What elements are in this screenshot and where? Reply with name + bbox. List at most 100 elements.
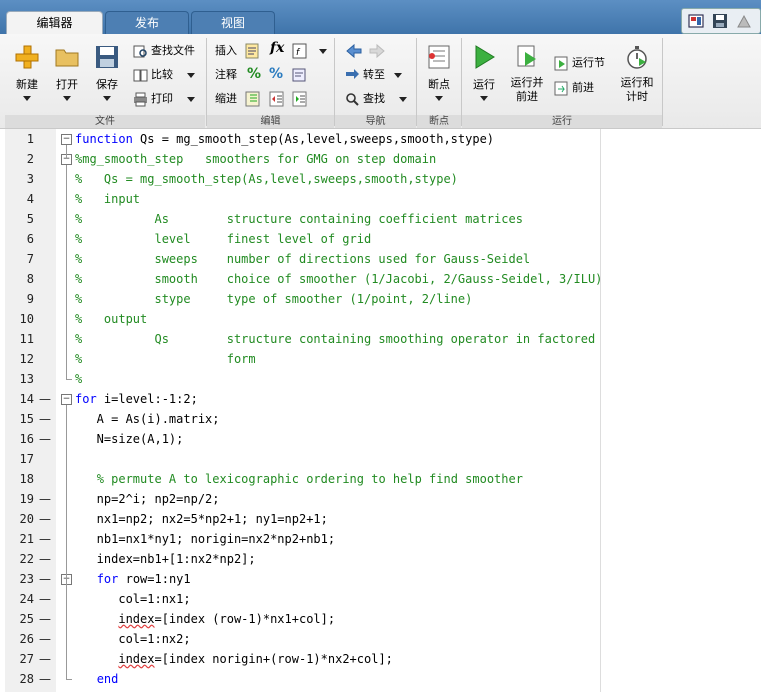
breakpoint-dash-marker[interactable]: — xyxy=(39,629,51,649)
code-line[interactable]: 5 % As structure containing coefficient m… xyxy=(5,209,761,229)
code-line[interactable]: 23—− for row=1:ny1 xyxy=(5,569,761,589)
line-number: 20 xyxy=(19,512,34,526)
code-token: nb1=nx1*ny1; norigin=nx2*np2+nb1; xyxy=(75,532,336,546)
find-files-button[interactable]: 查找文件 xyxy=(133,42,195,60)
line-number: 9 xyxy=(26,292,34,306)
uncomment-percent-icon[interactable]: % xyxy=(269,66,283,82)
wrap-comments-icon[interactable] xyxy=(292,67,308,83)
decrease-indent-icon[interactable] xyxy=(292,91,308,107)
folder-icon xyxy=(55,49,79,67)
breakpoint-dash-marker[interactable]: — xyxy=(39,429,51,449)
breakpoint-dash-marker[interactable]: — xyxy=(39,549,51,569)
comment-token: % form xyxy=(75,352,256,366)
code-line[interactable]: 7 % sweeps number of directions used for … xyxy=(5,249,761,269)
tab-view[interactable]: 视图 xyxy=(191,11,275,35)
code-line[interactable]: 28 — end xyxy=(5,669,761,689)
code-line[interactable]: 12 % form xyxy=(5,349,761,369)
fx-icon[interactable]: fx xyxy=(270,40,284,56)
comment-token: % stype type of smoother (1/point, 2/lin… xyxy=(75,292,473,306)
chevron-down-icon[interactable] xyxy=(187,73,195,78)
back-arrow-icon[interactable] xyxy=(345,43,363,59)
breakpoint-dash-marker[interactable]: — xyxy=(39,669,51,689)
code-line[interactable]: 25 — index=[index (row-1)*nx1+col]; xyxy=(5,609,761,629)
code-line[interactable]: 21 — nb1=nx1*ny1; norigin=nx2*np2+nb1; xyxy=(5,529,761,549)
find-button[interactable]: 查找 xyxy=(345,90,385,108)
indent-button[interactable]: 缩进 xyxy=(215,90,237,108)
code-text: % sweeps number of directions used for G… xyxy=(75,249,530,269)
compare-button[interactable]: 比较 xyxy=(133,66,173,84)
code-line[interactable]: 16 — N=size(A,1); xyxy=(5,429,761,449)
code-line[interactable]: 14 — − for i=level:-1:2; xyxy=(5,389,761,409)
insert-button[interactable]: 插入 xyxy=(215,42,237,60)
run-and-time-button[interactable]: 运行和 计时 xyxy=(617,44,657,106)
code-line[interactable]: 20 — nx1=np2; nx2=5*np2+1; ny1=np2+1; xyxy=(5,509,761,529)
code-line[interactable]: 13% xyxy=(5,369,761,389)
code-line[interactable]: 6 % level finest level of grid xyxy=(5,229,761,249)
run-and-advance-button[interactable]: 运行并 前进 xyxy=(507,44,547,106)
goto-button[interactable]: 转至 xyxy=(345,66,385,84)
code-line[interactable]: 27 — index=[index norigin+(row-1)*nx2+col… xyxy=(5,649,761,669)
comment-percent-icon[interactable]: % xyxy=(247,66,261,82)
chevron-down-icon[interactable] xyxy=(399,97,407,102)
comment-token: % Qs = mg_smooth_step(As,level,sweeps,sm… xyxy=(75,172,458,186)
comment-button[interactable]: 注释 xyxy=(215,66,237,84)
fold-toggle-icon[interactable]: − xyxy=(61,394,72,405)
tab-publish[interactable]: 发布 xyxy=(105,11,189,35)
fold-toggle-icon[interactable]: − xyxy=(61,134,72,145)
run-button[interactable]: 运行 xyxy=(467,44,501,106)
code-line[interactable]: 22 — index=nb1+[1:nx2*np2]; xyxy=(5,549,761,569)
function-icon[interactable]: f xyxy=(292,43,308,59)
code-line[interactable]: 19 — np=2^i; np2=np/2; xyxy=(5,489,761,509)
code-line[interactable]: 8 % smooth choice of smoother (1/Jacobi, … xyxy=(5,269,761,289)
code-line[interactable]: 2− %mg_smooth_step smoothers for GMG on s… xyxy=(5,149,761,169)
indent-label: 缩进 xyxy=(215,92,237,105)
line-number: 28 xyxy=(19,672,34,686)
code-line[interactable]: 10 % output xyxy=(5,309,761,329)
line-number: 2 xyxy=(26,152,34,166)
breakpoint-dash-marker[interactable]: — xyxy=(39,509,51,529)
save-button[interactable]: 保存 xyxy=(90,44,124,106)
breakpoints-button[interactable]: 断点 xyxy=(422,44,456,106)
code-line[interactable]: 3 % Qs = mg_smooth_step(As,level,sweeps,s… xyxy=(5,169,761,189)
breakpoint-dash-marker[interactable]: — xyxy=(39,569,51,589)
breakpoint-dash-marker[interactable]: — xyxy=(39,389,51,409)
run-advance-label: 运行并 前进 xyxy=(510,76,544,103)
breakpoint-dash-marker[interactable]: — xyxy=(39,609,51,629)
code-line[interactable]: 11 % Qs structure containing smoothing op… xyxy=(5,329,761,349)
line-number: 7 xyxy=(26,252,34,266)
insert-section-icon[interactable] xyxy=(245,43,261,59)
chevron-down-icon[interactable] xyxy=(319,49,327,54)
chevron-down-icon[interactable] xyxy=(394,73,402,78)
run-section-button[interactable]: 运行节 xyxy=(554,54,605,72)
print-button[interactable]: 打印 xyxy=(133,90,173,108)
tab-editor[interactable]: 编辑器 xyxy=(6,11,103,35)
code-line[interactable]: 26 — col=1:nx2; xyxy=(5,629,761,649)
forward-arrow-icon[interactable] xyxy=(368,43,386,59)
smart-indent-icon[interactable] xyxy=(245,91,261,107)
ribbon-separator xyxy=(416,38,417,126)
layout-icon[interactable] xyxy=(688,13,704,29)
file-group-label: 文件 xyxy=(5,115,205,128)
code-line[interactable]: 4 % input xyxy=(5,189,761,209)
comment-token: % smooth choice of smoother (1/Jacobi, 2… xyxy=(75,272,603,286)
code-token: A = As(i).matrix; xyxy=(75,412,220,426)
increase-indent-icon[interactable] xyxy=(269,91,285,107)
code-line[interactable]: 15 — A = As(i).matrix; xyxy=(5,409,761,429)
comment-token: % xyxy=(75,372,83,386)
new-button[interactable]: 新建 xyxy=(10,44,44,106)
chevron-down-icon[interactable] xyxy=(187,97,195,102)
advance-button[interactable]: 前进 xyxy=(554,79,594,97)
code-line[interactable]: 9 % stype type of smoother (1/point, 2/li… xyxy=(5,289,761,309)
breakpoint-dash-marker[interactable]: — xyxy=(39,409,51,429)
save-icon[interactable] xyxy=(712,13,728,29)
breakpoint-dash-marker[interactable]: — xyxy=(39,649,51,669)
code-line[interactable]: 1 − function Qs = mg_smooth_step(As,level,… xyxy=(5,129,761,149)
breakpoint-dash-marker[interactable]: — xyxy=(39,589,51,609)
breakpoint-dash-marker[interactable]: — xyxy=(39,529,51,549)
code-line[interactable]: 18 % permute A to lexicographic ordering… xyxy=(5,469,761,489)
help-icon[interactable] xyxy=(736,13,752,29)
breakpoint-dash-marker[interactable]: — xyxy=(39,489,51,509)
open-button[interactable]: 打开 xyxy=(50,44,84,106)
code-line[interactable]: 17 xyxy=(5,449,761,469)
code-line[interactable]: 24 — col=1:nx1; xyxy=(5,589,761,609)
